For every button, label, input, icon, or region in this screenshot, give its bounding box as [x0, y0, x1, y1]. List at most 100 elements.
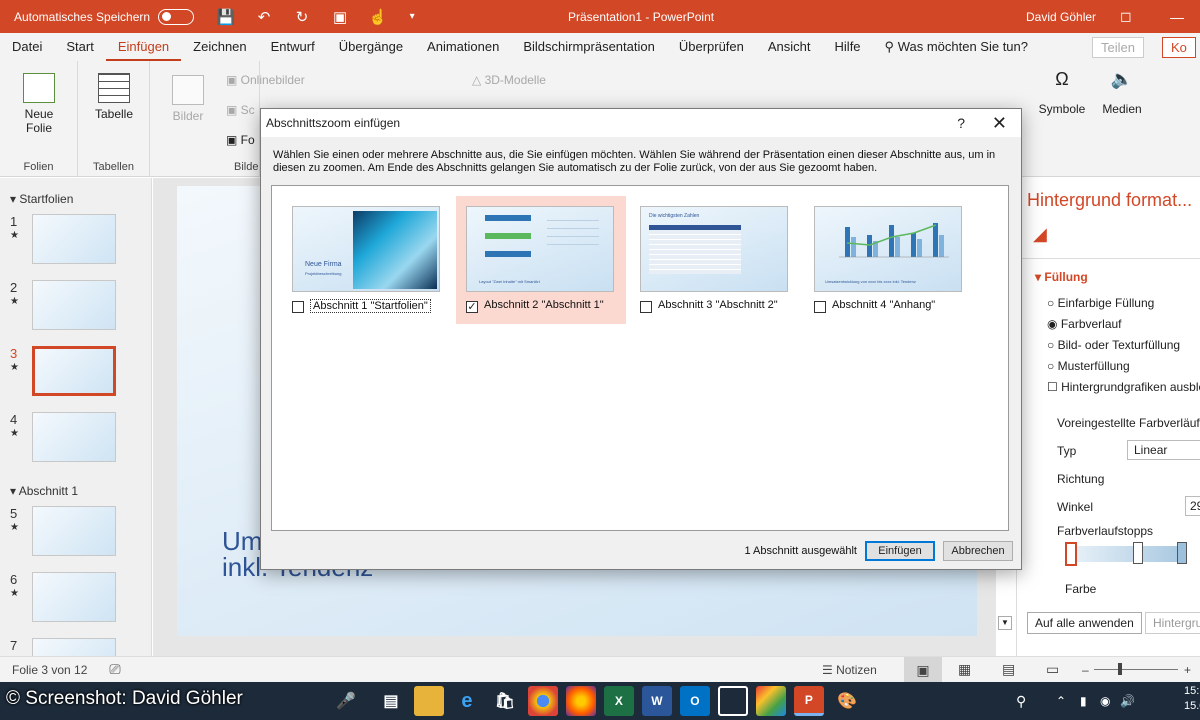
notes-button[interactable]: ☰ Notizen	[822, 663, 877, 677]
slide-thumb-1[interactable]: 1 ★	[6, 214, 146, 270]
restore-icon[interactable]: ◻	[1120, 8, 1132, 25]
file-explorer-icon[interactable]	[413, 686, 444, 716]
table-button[interactable]: Tabelle	[88, 73, 140, 121]
tab-zeichnen[interactable]: Zeichnen	[181, 33, 258, 61]
window-app-icon[interactable]	[717, 686, 748, 716]
symbols-button[interactable]: Ω Symbole	[1036, 69, 1088, 116]
comments-button[interactable]: Ko	[1162, 37, 1196, 58]
3d-models-button[interactable]: △ 3D-Modelle	[472, 73, 546, 87]
zoom-out-icon[interactable]: –	[1082, 663, 1089, 677]
close-button[interactable]: ✕	[992, 109, 1007, 137]
excel-icon[interactable]: X	[603, 686, 634, 716]
redo-icon[interactable]: ↻	[288, 5, 316, 29]
photo-album-button[interactable]: ▣ Fo	[226, 133, 255, 147]
fill-bucket-icon[interactable]: ◢	[1033, 224, 1047, 245]
firefox-icon[interactable]	[565, 686, 596, 716]
powerpoint-icon[interactable]: P	[793, 686, 824, 716]
scroll-down-arrow[interactable]: ▼	[998, 616, 1012, 630]
touch-mode-icon[interactable]: ☝	[364, 5, 392, 29]
tray-clock[interactable]: 15: 15.05	[1184, 684, 1200, 714]
cancel-button[interactable]: Abbrechen	[943, 541, 1013, 561]
microphone-icon[interactable]: 🎤	[336, 691, 356, 711]
palette-icon[interactable]: 🎨	[832, 686, 862, 716]
minimize-icon[interactable]: —	[1170, 9, 1184, 25]
section-checkbox-4[interactable]	[814, 301, 826, 313]
slide-title-line1[interactable]: Um	[222, 528, 262, 554]
media-button[interactable]: 🔈 Medien	[1096, 69, 1148, 116]
help-button[interactable]: ?	[957, 109, 965, 137]
section-checkbox-2[interactable]: ✓	[466, 301, 478, 313]
autosave-toggle[interactable]	[158, 8, 195, 25]
online-images-button[interactable]: ▣ Onlinebilder	[226, 73, 305, 87]
share-button[interactable]: Teilen	[1092, 37, 1144, 58]
section-item-4[interactable]: Umsatzentwicklung von xxxx bis xxxx inkl…	[804, 196, 974, 324]
radio-pattern-fill[interactable]: ○ Musterfüllung	[1047, 359, 1130, 373]
wifi-icon[interactable]: ◉	[1100, 694, 1110, 708]
battery-icon[interactable]: ▮	[1080, 694, 1087, 708]
angle-input[interactable]: 29	[1185, 496, 1200, 516]
tab-ueberpruefen[interactable]: Überprüfen	[667, 33, 756, 61]
gradient-stop-3[interactable]	[1177, 542, 1187, 564]
word-icon[interactable]: W	[641, 686, 672, 716]
outlook-icon[interactable]: O	[679, 686, 710, 716]
images-button[interactable]: Bilder	[168, 75, 208, 123]
radio-gradient-fill[interactable]: ◉ Farbverlauf	[1047, 317, 1122, 331]
present-icon[interactable]: ▣	[326, 5, 354, 29]
tab-ansicht[interactable]: Ansicht	[756, 33, 823, 61]
section-item-2[interactable]: Layout "Zwei Inhalte" mit SmartArt ✓ Abs…	[456, 196, 626, 324]
tab-start[interactable]: Start	[54, 33, 105, 61]
slide-thumb-2[interactable]: 2 ★	[6, 280, 146, 336]
radio-solid-fill[interactable]: ○ Einfarbige Füllung	[1047, 296, 1154, 310]
section-checkbox-1[interactable]	[292, 301, 304, 313]
section-header-abschnitt1[interactable]: ▾ Abschnitt 1	[10, 484, 78, 498]
edge-icon[interactable]: e	[452, 686, 482, 716]
undo-icon[interactable]: ↶	[250, 5, 278, 29]
tab-einfuegen[interactable]: Einfügen	[105, 33, 182, 61]
zoom-slider-thumb[interactable]	[1118, 663, 1122, 675]
gradient-stop-1[interactable]	[1065, 542, 1077, 566]
hide-bg-graphics-checkbox[interactable]: ☐ Hintergrundgrafiken ausble	[1047, 380, 1200, 394]
task-view-icon[interactable]: ▤	[376, 686, 406, 716]
sorter-view-icon[interactable]: ▦	[958, 661, 971, 678]
chrome-icon[interactable]	[527, 686, 558, 716]
apply-all-button[interactable]: Auf alle anwenden	[1027, 612, 1142, 634]
spellcheck-icon[interactable]: ⎚	[109, 661, 120, 678]
paint-icon[interactable]	[755, 686, 786, 716]
tab-animationen[interactable]: Animationen	[415, 33, 511, 61]
section-item-1[interactable]: Neue Firma Projektbeschreibung Abschnitt…	[282, 196, 452, 324]
type-dropdown[interactable]: Linear	[1127, 440, 1200, 460]
reset-background-button[interactable]: Hintergru	[1145, 612, 1200, 634]
section-header-startfolien[interactable]: ▾ Startfolien	[10, 192, 73, 206]
volume-icon[interactable]: 🔊	[1120, 694, 1135, 708]
zoom-in-icon[interactable]: +	[1184, 663, 1191, 677]
tab-datei[interactable]: Datei	[0, 33, 54, 61]
slide-thumb-4[interactable]: 4 ★	[6, 412, 146, 468]
radio-picture-fill[interactable]: ○ Bild- oder Texturfüllung	[1047, 338, 1180, 352]
slide-thumb-6[interactable]: 6 ★	[6, 572, 146, 628]
customize-qat-icon[interactable]: ▾	[398, 5, 426, 29]
slide-thumb-3[interactable]: 3 ★	[6, 346, 146, 402]
insert-button[interactable]: Einfügen	[865, 541, 935, 561]
new-slide-button[interactable]: Neue Folie	[10, 73, 68, 135]
tab-hilfe[interactable]: Hilfe	[823, 33, 873, 61]
slide-thumb-7[interactable]: 7	[6, 638, 146, 656]
store-icon[interactable]: 🛍	[490, 686, 520, 716]
normal-view-icon[interactable]: ▣	[904, 657, 942, 683]
tell-me-search[interactable]: ⚲ Was möchten Sie tun?	[873, 33, 1040, 61]
gradient-stops-bar[interactable]	[1069, 546, 1185, 562]
slideshow-view-icon[interactable]: ▭	[1046, 661, 1059, 678]
section-item-3[interactable]: Die wichtigsten Zahlen Abschnitt 3 "Absc…	[630, 196, 800, 324]
screenshot-button[interactable]: ▣ Sc	[226, 103, 255, 117]
section-checkbox-3[interactable]	[640, 301, 652, 313]
tab-entwurf[interactable]: Entwurf	[259, 33, 327, 61]
reading-view-icon[interactable]: ▤	[1002, 661, 1015, 678]
slide-thumb-5[interactable]: 5 ★	[6, 506, 146, 562]
tray-chevron-icon[interactable]: ⌃	[1056, 694, 1066, 708]
people-icon[interactable]: ⚲	[1016, 693, 1026, 710]
fill-section-header[interactable]: ▾ Füllung	[1035, 270, 1088, 284]
gradient-stop-2[interactable]	[1133, 542, 1143, 564]
save-icon[interactable]: 💾	[212, 5, 240, 29]
user-name[interactable]: David Göhler	[1026, 10, 1096, 24]
zoom-slider[interactable]	[1094, 669, 1178, 670]
tab-bildschirmpraesentation[interactable]: Bildschirmpräsentation	[511, 33, 667, 61]
